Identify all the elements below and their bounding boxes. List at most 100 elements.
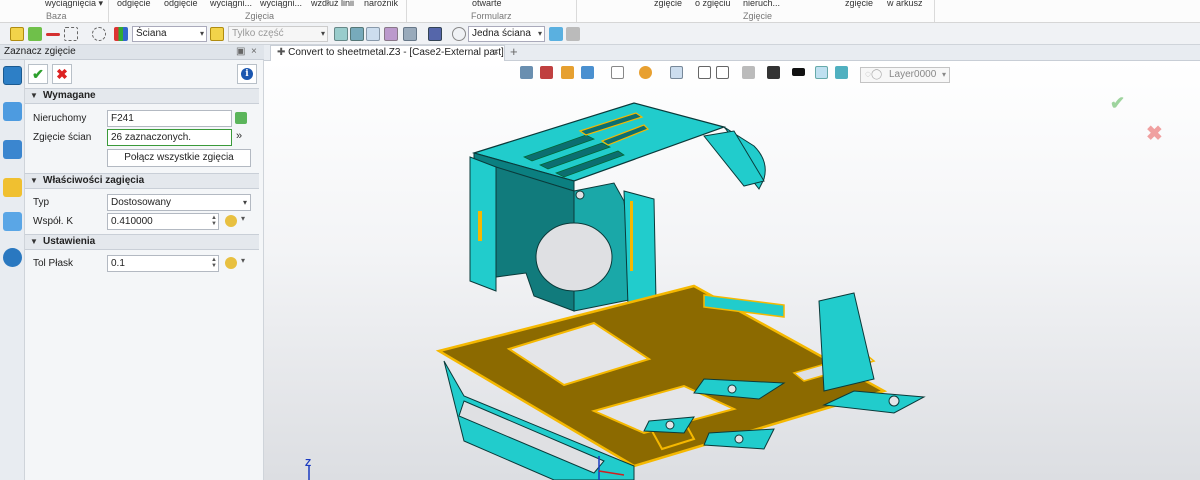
bend-panel: ✔ ✖ i ▼ Wymagane Nieruchomy F241 Zgięcie… — [25, 60, 264, 480]
ribbon-item[interactable]: wyciągni... — [260, 0, 302, 8]
part-scope-value: Tylko część — [232, 28, 284, 39]
ribbon-item[interactable]: odgięcie — [117, 0, 151, 8]
gear-icon[interactable] — [452, 27, 466, 41]
upper-bracket — [469, 102, 766, 312]
box-select-icon[interactable] — [64, 27, 78, 41]
info-icon: i — [241, 68, 253, 80]
lightbulb-icon[interactable] — [225, 257, 237, 269]
close-icon[interactable]: × — [493, 46, 499, 60]
entity-filter-value: Ściana — [136, 28, 167, 39]
ribbon-item[interactable]: wzdłuż linii — [311, 0, 354, 8]
info-button[interactable]: i — [237, 64, 257, 84]
type-value: Dostosowany — [111, 197, 172, 208]
face-mode-value: Jedna ściana — [472, 28, 531, 39]
part-icon[interactable] — [3, 178, 22, 197]
section-label: Wymagane — [43, 90, 96, 101]
selection-icon[interactable] — [366, 27, 380, 41]
ribbon-separator — [576, 0, 577, 22]
pin-icon[interactable]: ▣ — [236, 45, 245, 59]
feature-manager-icon[interactable] — [3, 66, 22, 85]
bend-faces-value: 26 zaznaczonych. — [111, 132, 192, 143]
ribbon-item[interactable]: o zgięciu — [695, 0, 731, 8]
selection-icon[interactable] — [384, 27, 398, 41]
selection-icon[interactable] — [403, 27, 417, 41]
ribbon-group-label: Zgięcie — [743, 11, 773, 21]
bend-faces-field[interactable]: 26 zaznaczonych. — [107, 129, 232, 146]
collapse-icon: ▼ — [30, 237, 38, 246]
k-factor-input[interactable]: 0.410000 ▲ ▼ — [107, 213, 219, 230]
lasso-icon[interactable] — [92, 27, 106, 41]
cancel-button[interactable]: ✖ — [52, 64, 72, 84]
chevron-down-icon: ▾ — [320, 29, 325, 38]
face-mode-select[interactable]: Jedna ściana ▾ — [468, 26, 545, 42]
view-icon[interactable] — [3, 212, 22, 231]
ribbon-item[interactable]: narożnik — [364, 0, 398, 8]
ribbon-separator — [108, 0, 109, 22]
spinner-icon[interactable]: ▲ ▼ — [211, 257, 217, 269]
collapse-icon: ▼ — [30, 91, 38, 100]
ribbon-group-label: Baza — [46, 11, 67, 21]
join-button-label: Połącz wszystkie zgięcia — [124, 152, 234, 163]
panel-title-bar: Zaznacz zgięcie ▣ × — [0, 45, 264, 60]
new-tab-button[interactable]: + — [510, 44, 518, 59]
section-label: Właściwości zagięcia — [43, 175, 145, 186]
tolerance-input[interactable]: 0.1 ▲ ▼ — [107, 255, 219, 272]
selection-toolbar: Ściana ▾ Tylko część ▾ Jedna ściana ▾ — [0, 23, 1200, 45]
ribbon-item[interactable]: wyciągni... — [210, 0, 252, 8]
part-filter-icon[interactable] — [210, 27, 224, 41]
ribbon-item[interactable]: wyciągnięcia ▾ — [45, 0, 103, 9]
pick-icon[interactable] — [235, 112, 247, 124]
type-label: Typ — [33, 197, 50, 208]
sheetmetal-model — [308, 102, 926, 480]
part-scope-select[interactable]: Tylko część ▾ — [228, 26, 328, 42]
section-settings[interactable]: ▼ Ustawienia — [25, 234, 259, 250]
selection-icon[interactable] — [334, 27, 348, 41]
ok-button[interactable]: ✔ — [28, 64, 48, 84]
selection-icon[interactable] — [350, 27, 364, 41]
spinner-icon[interactable]: ▲ ▼ — [211, 215, 217, 227]
type-select[interactable]: Dostosowany ▾ — [107, 194, 251, 211]
section-required[interactable]: ▼ Wymagane — [25, 88, 259, 104]
cursor-icon[interactable] — [549, 27, 563, 41]
close-icon[interactable]: × — [251, 45, 257, 59]
ribbon-separator — [934, 0, 935, 22]
ribbon-item[interactable]: zgięcie — [845, 0, 873, 8]
chevron-down-icon[interactable]: ▾ — [241, 256, 253, 268]
axis-z-label: Z — [305, 458, 312, 469]
fixed-face-value: F241 — [111, 113, 134, 124]
assembly-icon[interactable] — [3, 140, 22, 159]
collapse-icon: ▼ — [30, 176, 38, 185]
entity-filter-select[interactable]: Ściana ▾ — [132, 26, 207, 42]
user-icon[interactable] — [3, 248, 22, 267]
pin-icon: ✚ — [277, 47, 289, 58]
tolerance-label: Tol Płask — [33, 258, 74, 269]
pin-icon[interactable] — [428, 27, 442, 41]
chevron-down-icon: ▾ — [537, 29, 542, 38]
minus-icon[interactable] — [46, 33, 60, 36]
ribbon-item[interactable]: w arkusz — [887, 0, 923, 8]
ribbon-group-label: Formularz — [471, 11, 512, 21]
chevron-down-icon: ▾ — [199, 29, 204, 38]
history-icon[interactable] — [3, 102, 22, 121]
chevron-down-icon[interactable]: ▾ — [241, 214, 253, 226]
settings-icon[interactable] — [566, 27, 580, 41]
document-tab-label: Convert to sheetmetal.Z3 - [Case2-Extern… — [288, 47, 504, 58]
ribbon-item[interactable]: nieruch... — [743, 0, 780, 8]
fixed-face-field[interactable]: F241 — [107, 110, 232, 127]
section-label: Ustawienia — [43, 236, 96, 247]
ribbon: wyciągnięcia ▾ odgięcie odgięcie wyciągn… — [0, 0, 1200, 23]
join-all-bends-button[interactable]: Połącz wszystkie zgięcia — [107, 149, 251, 167]
ribbon-item[interactable]: zgięcie — [654, 0, 682, 8]
panel-title: Zaznacz zgięcie — [4, 46, 76, 57]
expand-icon[interactable]: » — [236, 130, 248, 142]
pick-icon[interactable] — [28, 27, 42, 41]
lightbulb-icon[interactable] — [225, 215, 237, 227]
pointer-icon[interactable] — [10, 27, 24, 41]
check-icon: ✔ — [32, 66, 44, 82]
section-bend-properties[interactable]: ▼ Właściwości zagięcia — [25, 173, 259, 189]
document-tab[interactable]: ✚ Convert to sheetmetal.Z3 - [Case2-Exte… — [270, 45, 505, 61]
3d-viewport[interactable]: ◌◯ Layer0000 ▾ ✔ ✖ Z — [264, 61, 1200, 480]
filter-icon[interactable] — [114, 27, 128, 41]
ribbon-item[interactable]: otwarte — [472, 0, 502, 8]
ribbon-item[interactable]: odgięcie — [164, 0, 198, 8]
